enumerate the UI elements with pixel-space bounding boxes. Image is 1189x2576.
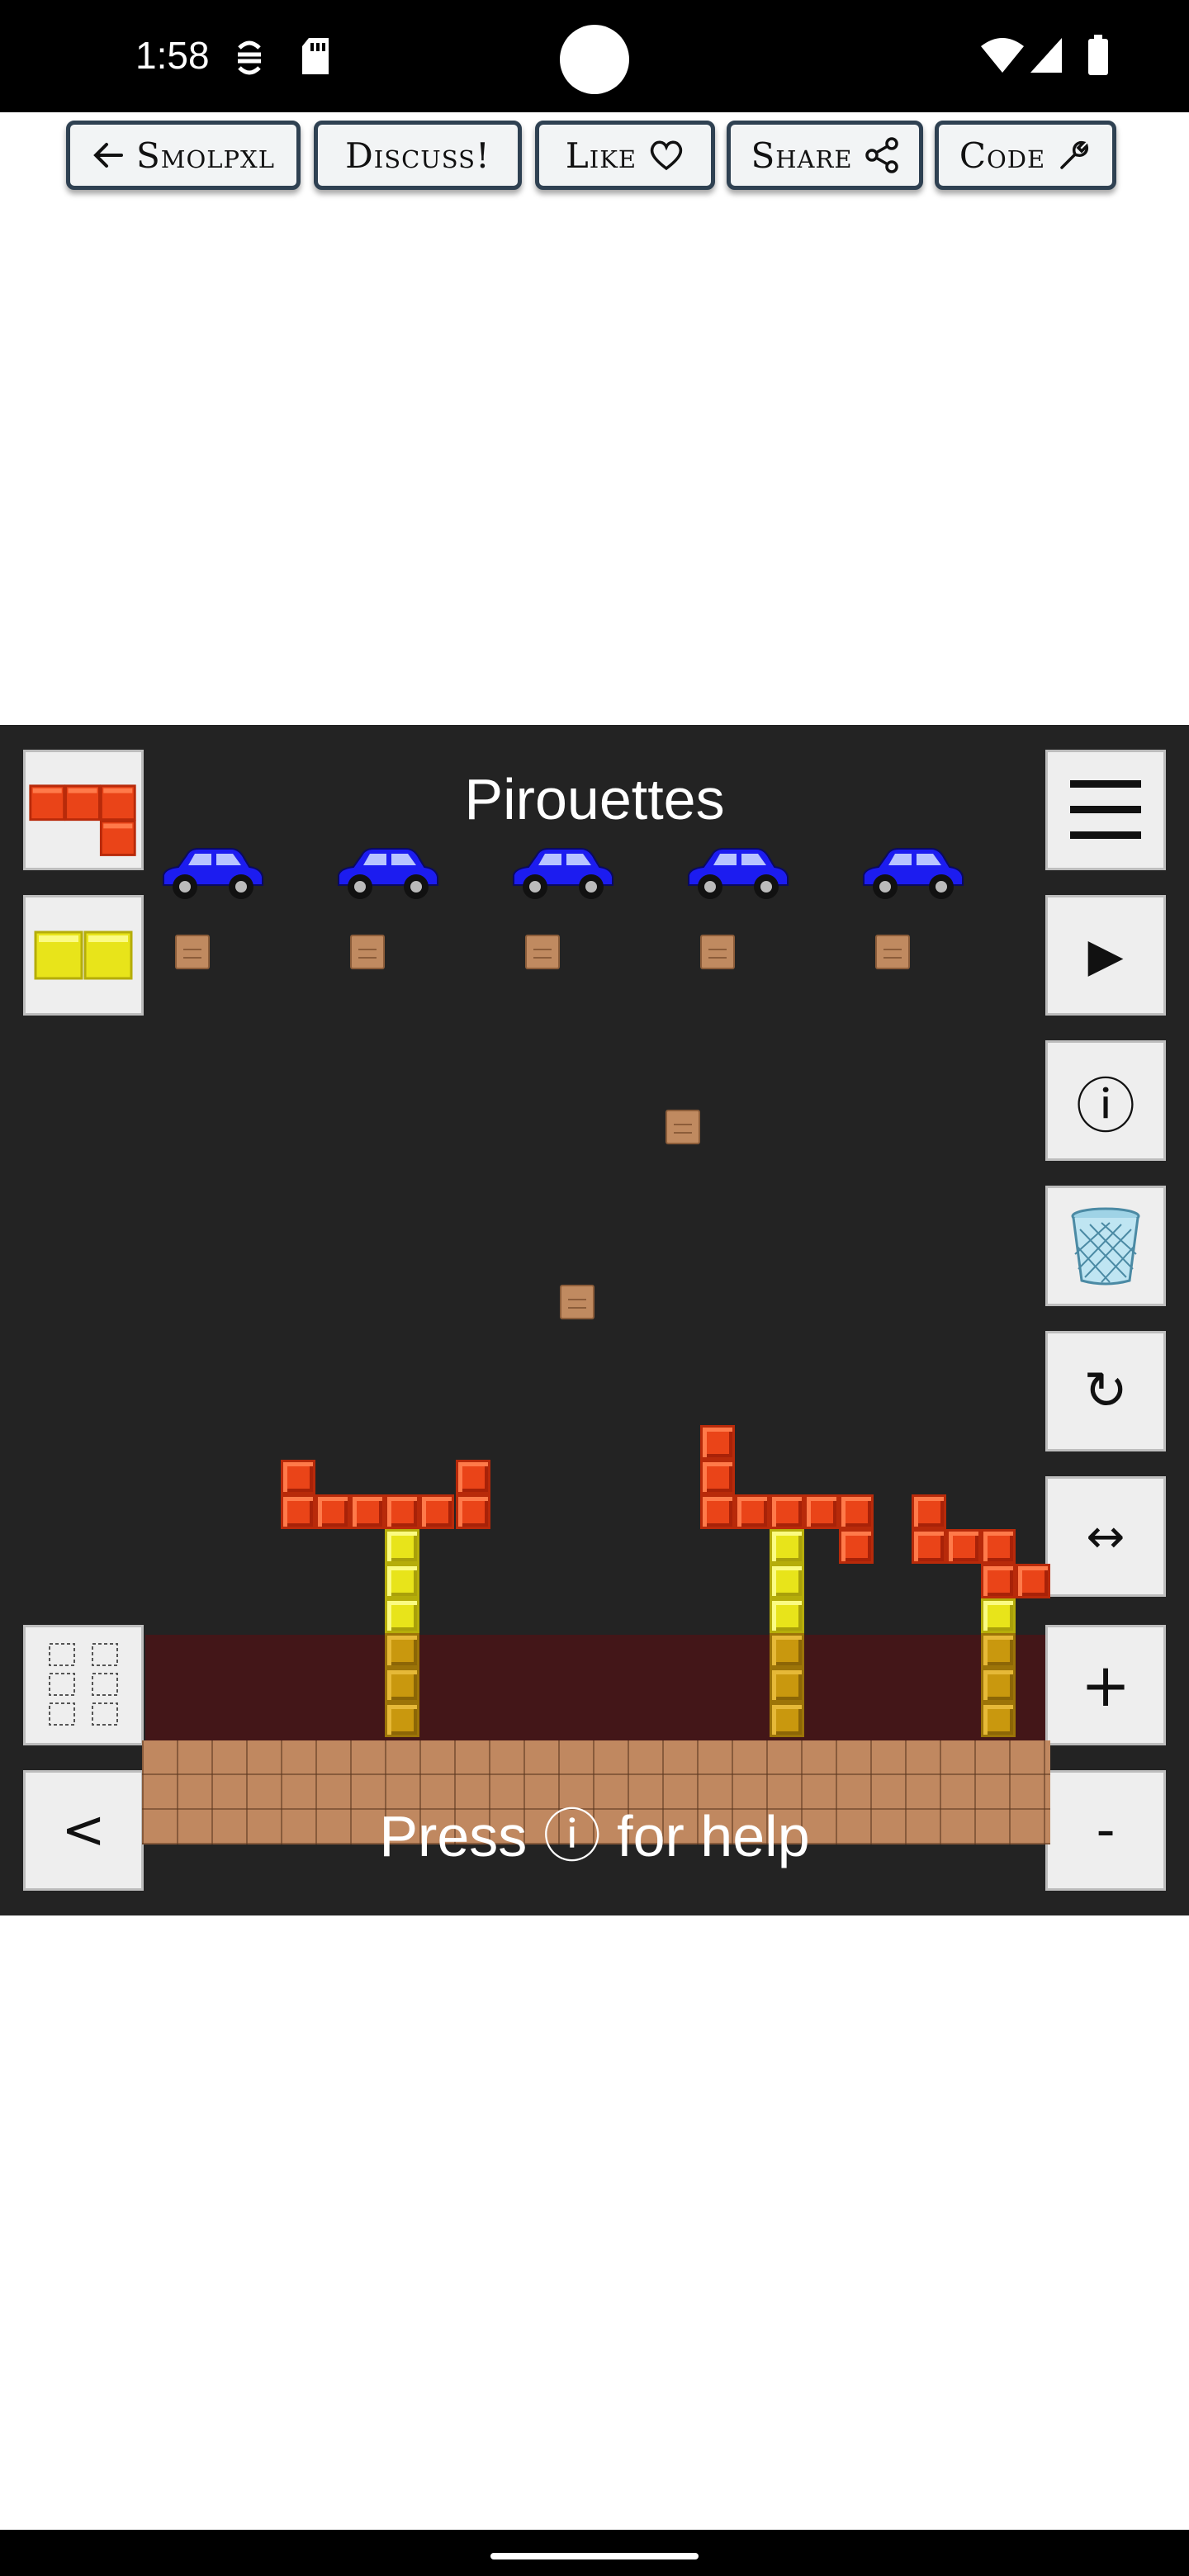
info-button[interactable]: ⓘ [1045,1040,1166,1161]
back-to-smolpxl-button[interactable]: Smolpxl [66,121,301,190]
red-block [946,1529,981,1564]
crate-block [350,935,385,969]
sd-card-icon [299,36,332,79]
yellow-block-in-lava [981,1668,1016,1702]
yellow-block-in-lava [385,1633,419,1668]
share-button-label: Share [751,135,853,176]
red-block [456,1494,490,1529]
red-block [770,1494,804,1529]
discuss-button[interactable]: Discuss! [314,121,522,190]
palette-yellow-piece-button[interactable] [23,895,144,1016]
red-block [419,1494,454,1529]
back-button-label: Smolpxl [136,135,275,176]
status-bar: 1:58 [0,0,1189,112]
previous-level-button[interactable]: < [23,1770,144,1891]
car-icon [512,847,614,903]
rotate-button[interactable]: ↻ [1045,1331,1166,1451]
zoom-in-button[interactable]: + [1045,1625,1166,1745]
code-button[interactable]: Code [935,121,1116,190]
delete-button[interactable] [1045,1186,1166,1306]
red-block [700,1425,735,1460]
home-indicator[interactable] [490,2553,699,2559]
red-block [912,1529,946,1564]
sync-icon [233,36,266,83]
like-button-label: Like [565,135,637,176]
wastebasket-icon [1071,1207,1140,1286]
red-l-piece-icon [29,784,136,856]
flip-button[interactable]: ↔ [1045,1476,1166,1597]
yellow-block-in-lava [770,1633,804,1668]
yellow-block [770,1598,804,1633]
yellow-block [385,1529,419,1564]
yellow-block-in-lava [981,1702,1016,1737]
red-block [281,1494,315,1529]
yellow-domino-icon [34,930,133,980]
red-block [804,1494,839,1529]
wrench-icon [1060,140,1089,169]
camera-cutout [560,25,629,94]
red-block [839,1529,874,1564]
yellow-block-in-lava [385,1702,419,1737]
red-block [700,1494,735,1529]
red-block [1016,1564,1050,1598]
hamburger-menu-icon [1070,780,1141,839]
palette-red-piece-button[interactable] [23,750,144,870]
yellow-block [385,1598,419,1633]
red-block [315,1494,350,1529]
yellow-block-in-lava [981,1633,1016,1668]
crate-block [560,1285,594,1319]
yellow-block-in-lava [770,1702,804,1737]
crate-block [700,935,735,969]
zoom-out-button[interactable]: - [1045,1770,1166,1891]
crate-block [666,1110,700,1144]
red-block [281,1460,315,1494]
level-title: Pirouettes [464,767,725,831]
like-button[interactable]: Like [535,121,715,190]
crate-block [175,935,210,969]
red-block [456,1460,490,1494]
red-block [735,1494,770,1529]
heart-icon [650,140,683,171]
arrow-left-icon [93,143,124,168]
red-block [350,1494,385,1529]
red-block [839,1494,874,1529]
crate-block [875,935,910,969]
game-canvas[interactable]: Pirouettes < ▶ ⓘ ↻ ↔ + - Press ⓘ for hel… [0,725,1189,1915]
battery-icon [1087,35,1110,79]
crate-block [525,935,560,969]
lava-pool [145,1635,1045,1742]
yellow-block-in-lava [385,1668,419,1702]
yellow-block [770,1564,804,1598]
red-block [981,1564,1016,1598]
share-icon [865,137,898,173]
grid-select-icon [49,1643,118,1726]
code-button-label: Code [959,135,1046,176]
help-hint: Press ⓘ for help [379,1804,810,1868]
car-icon [687,847,789,903]
car-icon [162,847,264,903]
yellow-block [385,1564,419,1598]
share-button[interactable]: Share [727,121,923,190]
menu-button[interactable] [1045,750,1166,870]
yellow-block [770,1529,804,1564]
wifi-icon [979,38,1026,78]
red-block [981,1529,1016,1564]
status-time: 1:58 [135,34,210,77]
red-block [912,1494,946,1529]
select-grid-button[interactable] [23,1625,144,1745]
play-button[interactable]: ▶ [1045,895,1166,1016]
yellow-block-in-lava [770,1668,804,1702]
discuss-button-label: Discuss! [345,135,490,176]
car-icon [337,847,439,903]
red-block [385,1494,419,1529]
red-block [700,1460,735,1494]
signal-icon [1029,36,1063,78]
yellow-block [981,1598,1016,1633]
car-icon [862,847,964,903]
